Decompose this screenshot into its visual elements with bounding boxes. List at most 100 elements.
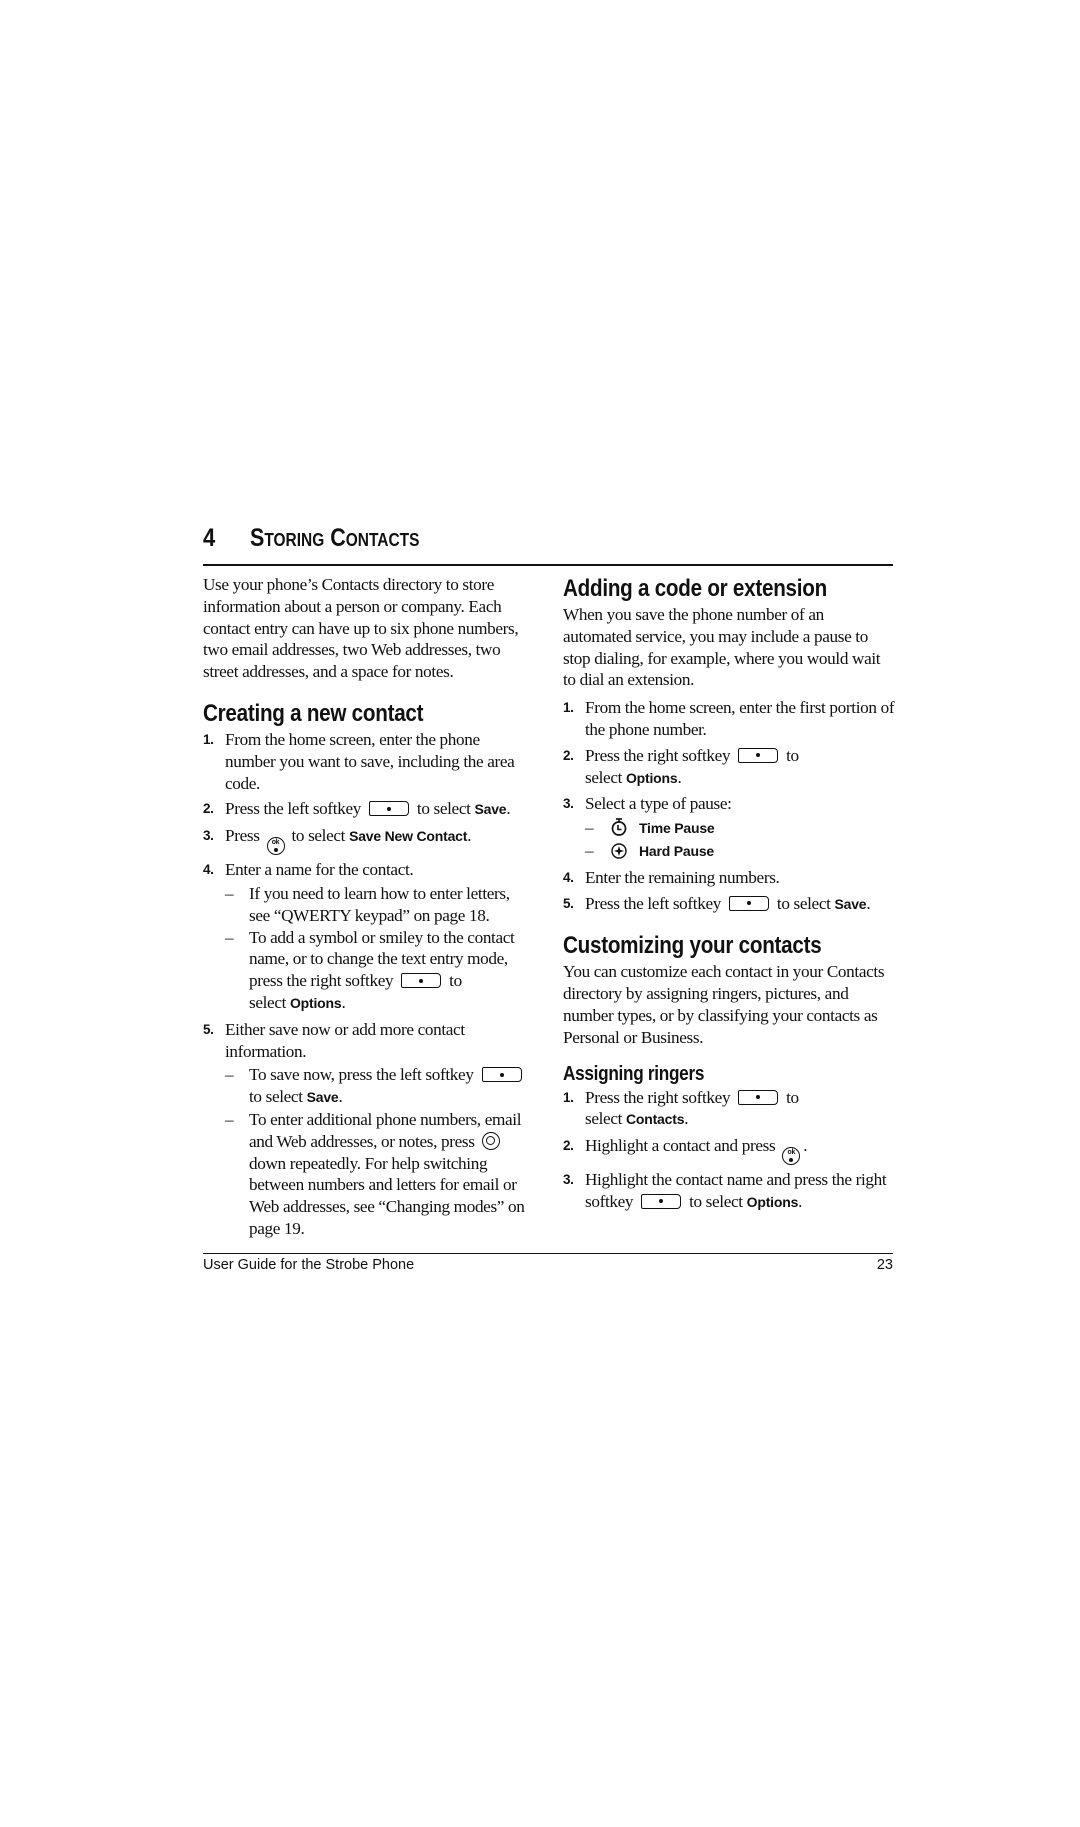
navigation-key-icon	[481, 1131, 500, 1150]
step-item: 1. From the home screen, enter the phone…	[203, 729, 533, 794]
punctuation: .	[506, 799, 511, 819]
ok-key-icon: ok	[782, 1147, 801, 1166]
section-title-creating-contact: Creating a new contact	[203, 699, 424, 727]
step-text: Press the right softkey	[585, 1087, 731, 1107]
sub-step-text: To save now, press the left softkey	[249, 1065, 474, 1085]
step-item: 2. Highlight a contact and press ok.	[563, 1135, 895, 1166]
right-softkey-icon	[401, 973, 442, 989]
hard-pause-icon	[611, 843, 627, 859]
left-softkey-icon	[728, 895, 769, 911]
assigning-ringers-steps: 1. Press the right softkey to select Con…	[563, 1087, 895, 1214]
step-item: 3. Press ok to select Save New Contact.	[203, 825, 533, 856]
step-text: to	[786, 745, 799, 765]
ui-label-save: Save	[474, 801, 507, 818]
subsection-title-assigning-ringers: Assigning ringers	[563, 1062, 705, 1085]
right-softkey-icon	[738, 1089, 779, 1105]
step-text: to	[786, 1087, 799, 1107]
step-number: 3.	[563, 1172, 574, 1188]
dash-bullet: –	[225, 883, 234, 903]
footer-title: User Guide for the Strobe Phone	[203, 1257, 415, 1273]
ui-label-save: Save	[306, 1089, 339, 1106]
step-item: 1. Press the right softkey to select Con…	[563, 1087, 895, 1132]
page-number: 23	[876, 1257, 893, 1273]
dash-bullet: –	[225, 1109, 234, 1129]
left-softkey-icon	[368, 801, 409, 817]
page-footer: User Guide for the Strobe Phone 23	[203, 1253, 893, 1274]
creating-contact-steps: 1. From the home screen, enter the phone…	[203, 729, 533, 1240]
step-text: to select	[689, 1191, 743, 1211]
sub-steps: – If you need to learn how to enter lett…	[225, 883, 533, 1015]
ok-key-icon: ok	[266, 837, 285, 856]
chapter-heading: 4 Storing Contacts	[203, 520, 893, 566]
section-title-adding-code: Adding a code or extension	[563, 575, 827, 602]
intro-paragraph: Use your phone’s Contacts directory to s…	[203, 575, 519, 682]
step-text: to select	[291, 826, 346, 846]
right-softkey-icon	[738, 747, 779, 763]
ui-label-hard-pause: Hard Pause	[638, 842, 714, 859]
step-text: Press the right softkey	[585, 745, 731, 765]
adding-code-intro: When you save the phone number of an aut…	[563, 605, 881, 690]
step-number: 4.	[203, 862, 214, 878]
punctuation: .	[467, 826, 472, 846]
step-text: Enter a name for the contact.	[225, 860, 414, 880]
punctuation: .	[341, 992, 346, 1012]
punctuation: .	[803, 1136, 808, 1156]
step-number: 3.	[203, 828, 214, 844]
ui-label-save: Save	[834, 895, 867, 912]
customizing-intro: You can customize each contact in your C…	[563, 962, 885, 1047]
timer-icon	[611, 818, 627, 837]
punctuation: .	[798, 1191, 803, 1211]
step-number: 3.	[563, 796, 574, 812]
right-column: Adding a code or extension When you save…	[563, 574, 895, 1218]
step-text: Enter the remaining numbers.	[585, 867, 780, 887]
step-number: 5.	[563, 895, 574, 911]
step-item: 2. Press the left softkey to select Save…	[203, 798, 533, 821]
sub-step-item: – To save now, press the left softkey to…	[225, 1064, 533, 1109]
step-number: 1.	[563, 700, 574, 716]
ui-label-options: Options	[746, 1193, 799, 1210]
step-number: 2.	[203, 801, 214, 817]
sub-step-text: to	[449, 971, 462, 991]
step-text: From the home screen, enter the phone nu…	[225, 729, 515, 793]
ui-label-options: Options	[625, 769, 678, 786]
sub-step-text: To add a symbol or smiley to the contact…	[249, 927, 515, 991]
step-number: 5.	[203, 1021, 214, 1037]
sub-step-text: down repeatedly. For help switching betw…	[249, 1153, 525, 1238]
sub-step-text: To enter additional phone numbers, email…	[249, 1109, 522, 1151]
punctuation: .	[677, 767, 682, 787]
step-item: 5. Either save now or add more contact i…	[203, 1019, 533, 1240]
step-item: 4. Enter the remaining numbers.	[563, 867, 895, 889]
sub-step-item: – Time Pause	[585, 817, 895, 840]
chapter-title: Storing Contacts	[250, 524, 420, 552]
sub-step-text: to select	[249, 1087, 303, 1107]
sub-step-text: If you need to learn how to enter letter…	[249, 883, 510, 925]
step-text: select	[585, 1109, 623, 1129]
ui-label-contacts: Contacts	[625, 1111, 685, 1128]
step-item: 1. From the home screen, enter the first…	[563, 697, 895, 741]
adding-code-steps: 1. From the home screen, enter the first…	[563, 697, 895, 915]
ui-label-options: Options	[289, 994, 342, 1011]
left-softkey-icon	[481, 1067, 522, 1083]
step-text: to select	[416, 799, 471, 819]
dash-bullet: –	[585, 818, 594, 838]
sub-step-item: – To add a symbol or smiley to the conta…	[225, 927, 533, 1015]
step-item: 4. Enter a name for the contact. – If yo…	[203, 859, 533, 1015]
right-softkey-icon	[641, 1193, 682, 1209]
punctuation: .	[338, 1087, 343, 1107]
step-text: select	[585, 767, 623, 787]
step-text: Highlight a contact and press	[585, 1136, 776, 1156]
punctuation: .	[866, 893, 871, 913]
dash-bullet: –	[225, 927, 234, 947]
left-column: Use your phone’s Contacts directory to s…	[203, 574, 533, 1244]
step-item: 3. Select a type of pause: – Time Pause	[563, 793, 895, 862]
sub-step-item: – If you need to learn how to enter lett…	[225, 883, 533, 927]
step-number: 2.	[563, 747, 574, 763]
ui-label-save-new-contact: Save New Contact	[349, 828, 468, 845]
sub-steps: – Time Pause – Hard Pause	[585, 817, 895, 863]
step-text: Press the left softkey	[585, 893, 721, 913]
sub-step-item: – Hard Pause	[585, 840, 895, 863]
step-text: Either save now or add more contact info…	[225, 1019, 465, 1061]
step-number: 1.	[203, 731, 214, 747]
step-item: 5. Press the left softkey to select Save…	[563, 893, 895, 916]
step-text: From the home screen, enter the first po…	[585, 698, 895, 739]
